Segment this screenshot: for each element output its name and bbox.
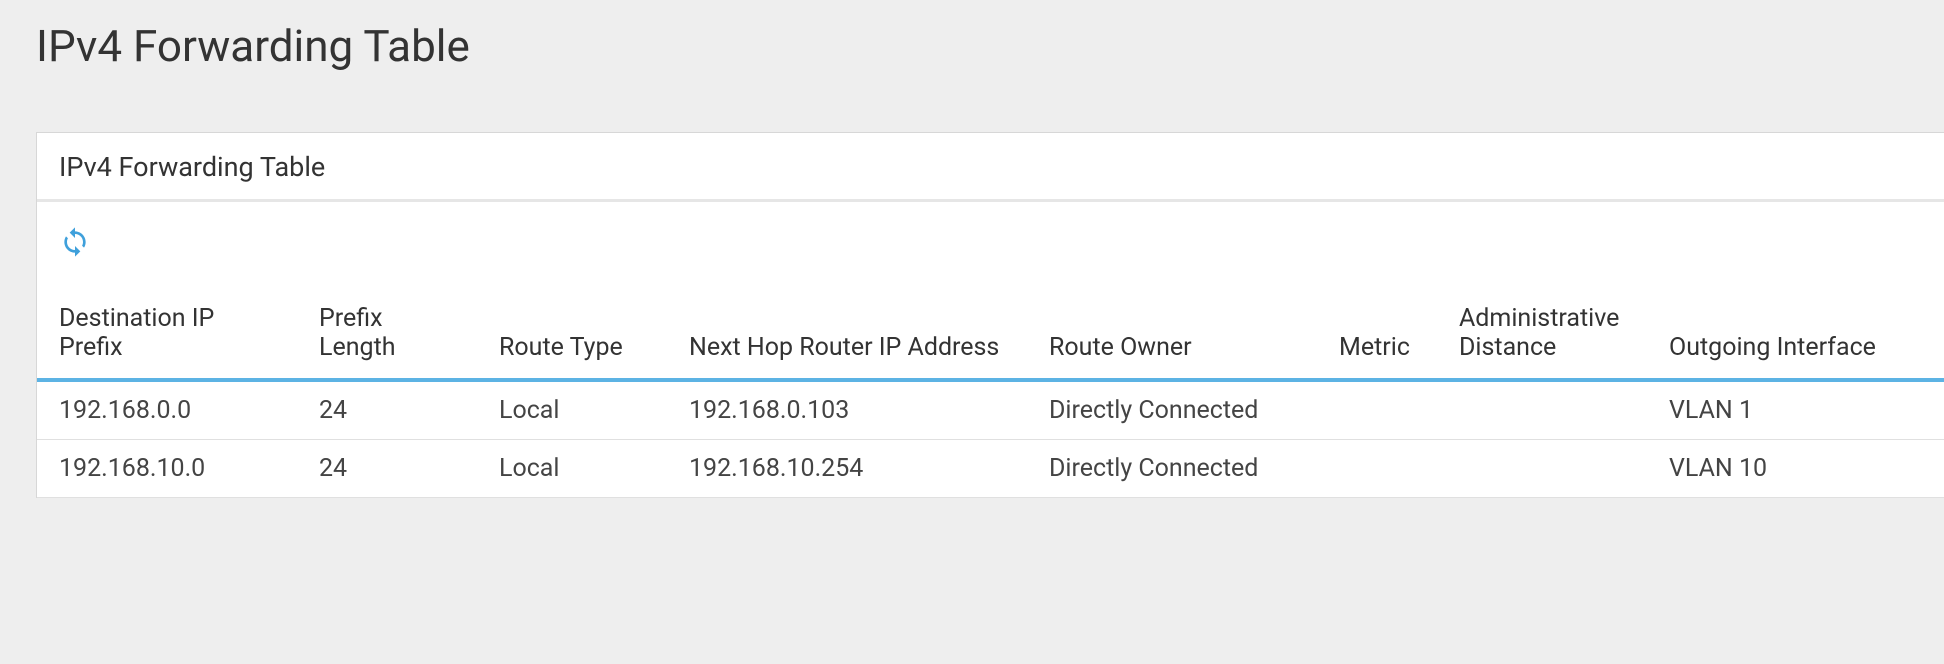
table-row[interactable]: 192.168.10.0 24 Local 192.168.10.254 Dir… [37,440,1944,498]
col-header-next-hop[interactable]: Next Hop Router IP Address [667,292,1027,380]
cell-prefix-length: 24 [297,380,477,440]
refresh-button[interactable] [59,226,91,261]
cell-prefix-length: 24 [297,440,477,498]
cell-destination: 192.168.10.0 [37,440,297,498]
forwarding-table: Destination IP Prefix Prefix Length Rout… [37,292,1944,498]
cell-metric [1317,380,1437,440]
cell-admin-distance [1437,440,1647,498]
table-header-row: Destination IP Prefix Prefix Length Rout… [37,292,1944,380]
panel-toolbar [37,202,1944,262]
col-header-admin-distance[interactable]: Administrative Distance [1437,292,1647,380]
refresh-icon [59,226,91,261]
cell-admin-distance [1437,380,1647,440]
cell-route-owner: Directly Connected [1027,380,1317,440]
col-header-route-owner[interactable]: Route Owner [1027,292,1317,380]
col-header-route-type[interactable]: Route Type [477,292,667,380]
table-body: 192.168.0.0 24 Local 192.168.0.103 Direc… [37,380,1944,498]
cell-route-owner: Directly Connected [1027,440,1317,498]
panel-title: IPv4 Forwarding Table [59,151,1922,183]
table-row[interactable]: 192.168.0.0 24 Local 192.168.0.103 Direc… [37,380,1944,440]
page-header: IPv4 Forwarding Table [0,0,1944,112]
content-area: IPv4 Forwarding Table Destination IP Pre… [0,112,1944,498]
col-header-metric[interactable]: Metric [1317,292,1437,380]
col-header-prefix-length[interactable]: Prefix Length [297,292,477,380]
cell-route-type: Local [477,440,667,498]
cell-destination: 192.168.0.0 [37,380,297,440]
col-header-outgoing-interface[interactable]: Outgoing Interface [1647,292,1944,380]
cell-metric [1317,440,1437,498]
forwarding-table-panel: IPv4 Forwarding Table Destination IP Pre… [36,132,1944,498]
cell-outgoing-interface: VLAN 1 [1647,380,1944,440]
cell-outgoing-interface: VLAN 10 [1647,440,1944,498]
cell-next-hop: 192.168.0.103 [667,380,1027,440]
cell-route-type: Local [477,380,667,440]
col-header-destination[interactable]: Destination IP Prefix [37,292,297,380]
cell-next-hop: 192.168.10.254 [667,440,1027,498]
page-title: IPv4 Forwarding Table [36,20,1908,72]
panel-title-bar: IPv4 Forwarding Table [37,133,1944,202]
